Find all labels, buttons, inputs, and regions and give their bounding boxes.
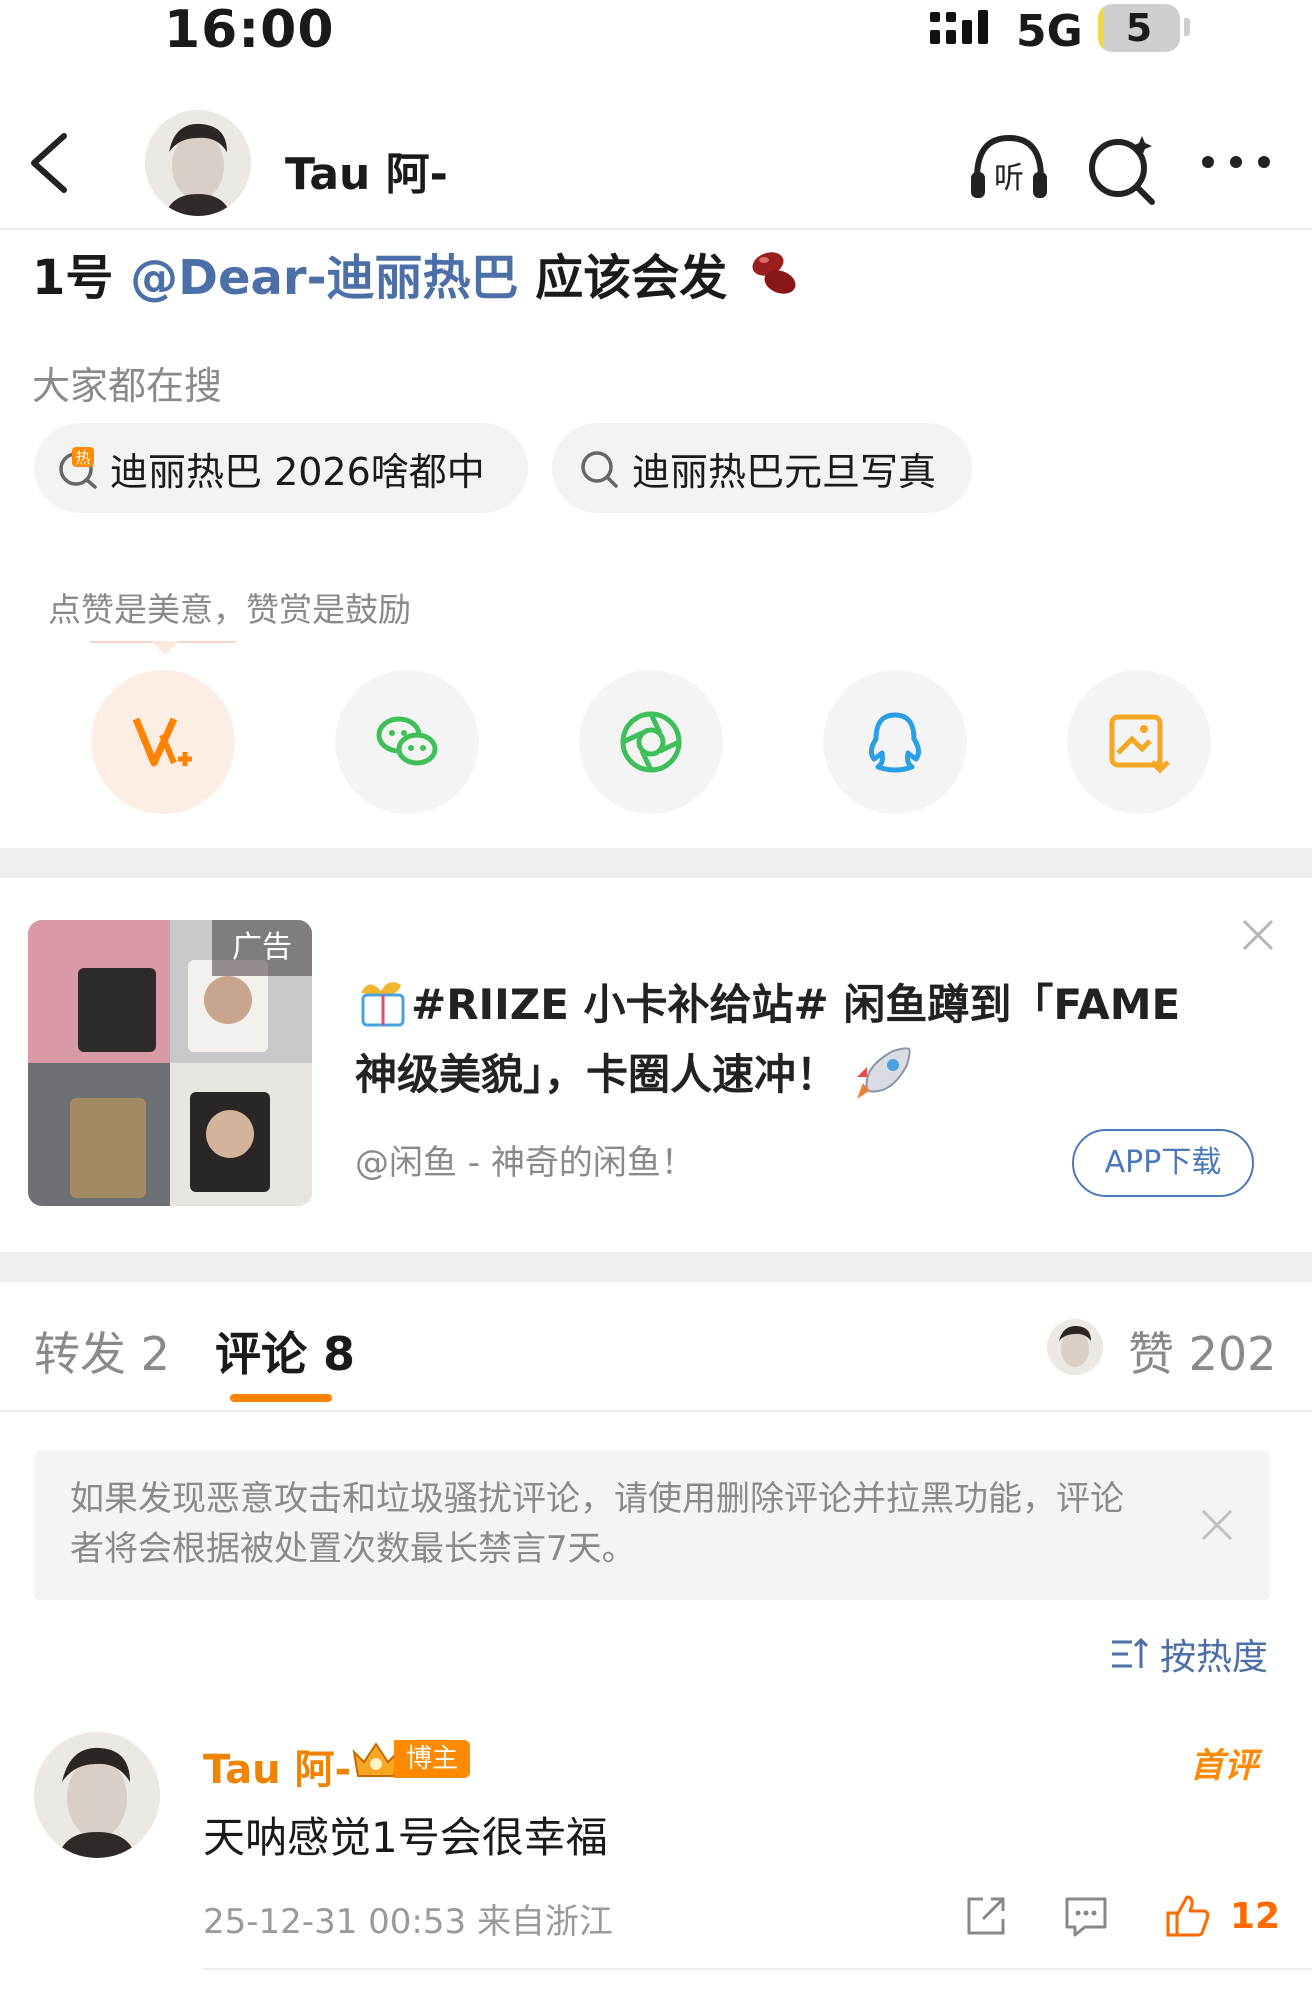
v-plus-icon [132, 717, 192, 767]
search-icon[interactable] [1080, 126, 1164, 210]
share-moments-button[interactable] [579, 670, 723, 814]
close-icon[interactable] [1199, 1507, 1235, 1543]
blogger-badge-label: 博主 [394, 1740, 471, 1778]
notice-text: 如果发现恶意攻击和垃圾骚扰评论，请使用删除评论并拉黑功能，评论者将会根据被处置次… [70, 1479, 1124, 1569]
comment-text: 天呐感觉1号会很幸福 [203, 1813, 608, 1862]
header-divider [0, 228, 1312, 230]
comment-time: 25-12-31 00:53 [203, 1902, 467, 1942]
share-qq-button[interactable] [823, 670, 967, 814]
svg-text:热: 热 [75, 449, 90, 467]
post-content: 1号 @Dear-迪丽热巴 应该会发 [32, 238, 804, 308]
comment-divider [203, 1968, 1312, 1970]
tab-comments[interactable]: 评论 8 [215, 1318, 355, 1384]
trending-chip[interactable]: 迪丽热巴元旦写真 [552, 423, 972, 513]
first-comment-tag: 首评 [1190, 1746, 1258, 1786]
app-download-button[interactable]: APP下载 [1072, 1129, 1254, 1197]
avatar-portrait-icon [145, 110, 251, 216]
sort-label: 按热度 [1160, 1637, 1269, 1678]
post-suffix: 应该会发 [518, 250, 728, 306]
network-type: 5G [1016, 6, 1083, 57]
author-avatar[interactable] [145, 110, 251, 216]
ad-title-text: #RIIZE 小卡补给站# 闲鱼蹲到「FAME 神级美貌」，卡圈人速冲！ [355, 980, 1181, 1099]
more-options-icon[interactable] [1194, 126, 1278, 210]
ad-title[interactable]: #RIIZE 小卡补给站# 闲鱼蹲到「FAME 神级美貌」，卡圈人速冲！ [355, 970, 1235, 1110]
commenter-avatar[interactable] [34, 1732, 160, 1858]
comment-policy-notice: 如果发现恶意攻击和垃圾骚扰评论，请使用删除评论并拉黑功能，评论者将会根据被处置次… [34, 1450, 1270, 1600]
trending-chip-label: 迪丽热巴 2026啥都中 [110, 449, 485, 494]
signal-icon [930, 10, 988, 44]
author-name[interactable]: Tau 阿- [285, 138, 448, 202]
battery-indicator: 5 [1098, 4, 1180, 52]
comment-like-count: 12 [1230, 1896, 1281, 1937]
commenter-name[interactable]: Tau 阿- [203, 1737, 351, 1795]
mention-link[interactable]: @Dear-迪丽热巴 [130, 250, 518, 306]
reward-tip-pointer [151, 641, 179, 655]
share-comment-icon[interactable] [963, 1893, 1009, 1939]
wechat-icon [376, 716, 438, 766]
share-vplus-button[interactable] [91, 670, 235, 814]
tab-likes[interactable]: 赞 202 [1128, 1318, 1276, 1384]
like-thumb-icon[interactable] [1165, 1893, 1211, 1939]
trending-chip-label: 迪丽热巴元旦写真 [632, 449, 937, 494]
liker-avatar[interactable] [1047, 1319, 1103, 1375]
post-prefix: 1号 [32, 250, 131, 306]
ad-gift-icon [361, 982, 405, 1027]
tabs-divider [0, 1410, 1312, 1412]
svg-text:听: 听 [994, 161, 1024, 196]
sort-by-hot-button[interactable]: 按热度 [1110, 1628, 1268, 1680]
avatar-portrait-icon [34, 1732, 160, 1858]
avatar-portrait-icon [1047, 1319, 1103, 1375]
close-icon[interactable] [1238, 915, 1278, 955]
comment-meta: 25-12-31 00:53 来自浙江 [203, 1894, 613, 1943]
ad-tag: 广告 [212, 920, 312, 976]
sort-icon [1112, 1637, 1149, 1668]
blogger-badge: 博主 [350, 1736, 471, 1782]
trending-chip[interactable]: 热 迪丽热巴 2026啥都中 [34, 423, 528, 513]
save-image-button[interactable] [1067, 670, 1211, 814]
status-time: 16:00 [164, 0, 335, 60]
moments-icon [620, 711, 682, 773]
ad-source[interactable]: @闲鱼 - 神奇的闲鱼！ [355, 1135, 695, 1184]
search-icon [581, 451, 618, 488]
comment-location: 来自浙江 [476, 1902, 613, 1942]
share-wechat-button[interactable] [335, 670, 479, 814]
listen-headphone-icon[interactable]: 听 [967, 126, 1051, 210]
save-image-icon [1109, 714, 1170, 774]
tab-active-indicator [230, 1394, 332, 1402]
reward-tip: 点赞是美意，赞赏是鼓励 [48, 590, 411, 629]
section-separator [0, 848, 1312, 878]
beans-emoji-icon [752, 252, 796, 294]
hot-search-icon: 热 [59, 447, 97, 489]
battery-tip [1184, 18, 1190, 36]
battery-level: 5 [1125, 6, 1153, 50]
trending-search-title: 大家都在搜 [32, 364, 223, 408]
section-separator [0, 1252, 1312, 1282]
reply-comment-icon[interactable] [1063, 1893, 1109, 1939]
tab-repost[interactable]: 转发 2 [34, 1318, 170, 1384]
rocket-emoji-icon [856, 1047, 911, 1099]
qq-icon [868, 712, 922, 773]
back-arrow-icon[interactable] [22, 130, 82, 196]
ad-image[interactable]: 广告 [28, 920, 312, 1206]
